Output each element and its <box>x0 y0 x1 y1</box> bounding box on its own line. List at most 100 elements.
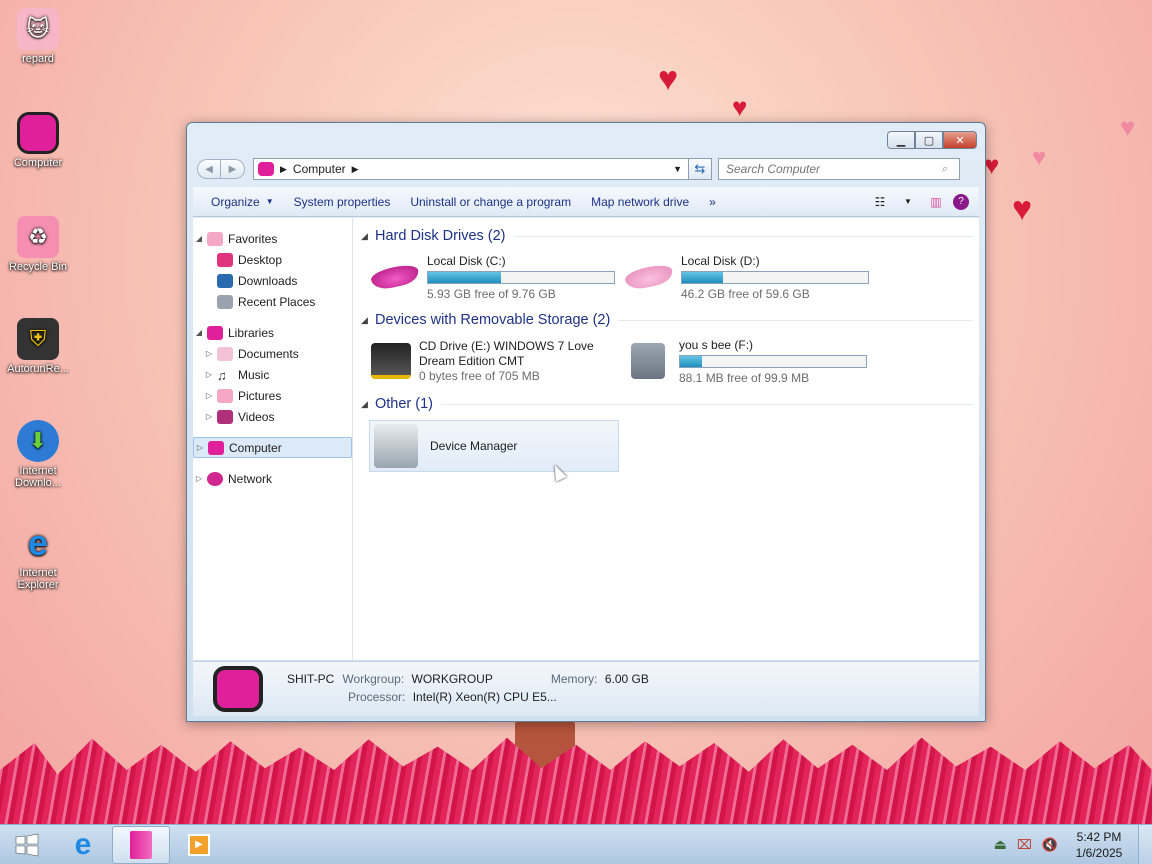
drive-e-cd[interactable]: CD Drive (E:) WINDOWS 7 Love Dream Editi… <box>361 332 615 390</box>
search-input[interactable] <box>726 162 941 176</box>
heart-decoration: ♥ <box>732 92 748 122</box>
expand-icon[interactable]: ▷ <box>194 443 206 452</box>
computer-icon <box>213 666 263 712</box>
close-button[interactable]: ✕ <box>943 131 977 149</box>
chevron-down-icon[interactable]: ▼ <box>897 192 919 212</box>
drive-name: Local Disk (C:) <box>427 253 506 268</box>
maximize-button[interactable]: ▢ <box>915 131 943 149</box>
refresh-button[interactable]: ⇆ <box>688 158 712 180</box>
view-options-icon[interactable]: ☷ <box>869 192 891 212</box>
group-header-hdd[interactable]: ◢ Hard Disk Drives (2) <box>361 224 973 248</box>
help-icon[interactable]: ? <box>953 193 969 210</box>
nav-downloads[interactable]: Downloads <box>193 270 352 291</box>
expand-icon[interactable]: ▷ <box>203 370 215 379</box>
workgroup-value: WORKGROUP <box>411 672 493 686</box>
show-desktop-button[interactable] <box>1138 824 1152 864</box>
back-button[interactable]: ◀ <box>197 159 221 179</box>
desktop-icon-label: Internet Explorer <box>17 567 59 591</box>
drive-usage-bar <box>681 270 869 284</box>
caption-buttons: ▁ ▢ ✕ <box>887 131 977 149</box>
desktop-icon-ie[interactable]: e Internet Explorer <box>4 522 72 591</box>
network-icon <box>207 471 223 486</box>
expand-icon[interactable]: ▷ <box>203 391 215 400</box>
taskbar-internet-explorer[interactable]: e <box>54 826 112 864</box>
group-title: Hard Disk Drives (2) <box>375 228 506 244</box>
computer-icon <box>208 440 224 455</box>
drive-f-usb[interactable]: you s bee (F:) 88.1 MB free of 99.9 MB <box>615 332 869 390</box>
clock[interactable]: 5:42 PM 1/6/2025 <box>1068 829 1130 861</box>
device-manager-icon <box>374 424 418 468</box>
collapse-icon: ◢ <box>361 230 368 241</box>
nav-favorites[interactable]: ◢ Favorites <box>193 228 352 249</box>
pictures-icon <box>217 388 233 403</box>
minimize-button[interactable]: ▁ <box>887 131 915 149</box>
desktop-icon-label: Internet Downlo... <box>15 465 61 489</box>
drive-d[interactable]: Local Disk (D:) 46.2 GB free of 59.6 GB <box>615 248 869 306</box>
desktop-icon-repard[interactable]: 🐱 repard <box>4 8 72 65</box>
nav-network[interactable]: ▷ Network <box>193 468 352 489</box>
safely-remove-hardware-icon[interactable]: ⏏ <box>994 836 1007 853</box>
system-properties-button[interactable]: System properties <box>284 190 401 214</box>
search-icon[interactable]: ⌕ <box>941 163 959 176</box>
drive-usage-bar <box>427 270 615 284</box>
nav-desktop-label: Desktop <box>238 252 283 267</box>
organize-button[interactable]: Organize ▼ <box>201 190 284 214</box>
nav-music[interactable]: ▷ ♫ Music <box>193 364 352 385</box>
heart-decoration: ♥ <box>1032 144 1047 171</box>
volume-muted-icon[interactable]: 🔇 <box>1042 837 1058 853</box>
memory-label: Memory: <box>550 672 598 686</box>
content-pane: ◢ Hard Disk Drives (2) Local Disk (C:) 5… <box>353 218 979 660</box>
nav-computer[interactable]: ▷ Computer <box>193 437 352 458</box>
collapse-icon[interactable]: ◢ <box>193 234 205 243</box>
clock-time: 5:42 PM <box>1076 829 1122 844</box>
desktop-icon-recycle-bin[interactable]: ♻ Recycle Bin <box>4 216 72 273</box>
drive-name: CD Drive (E:) WINDOWS 7 Love Dream Editi… <box>419 339 594 368</box>
search-box[interactable]: ⌕ <box>718 158 960 180</box>
nav-libraries[interactable]: ◢ Libraries <box>193 322 352 343</box>
nav-pictures[interactable]: ▷ Pictures <box>193 385 352 406</box>
ie-icon: e <box>74 827 92 861</box>
processor-value: Intel(R) Xeon(R) CPU E5... <box>412 690 557 704</box>
preview-pane-icon[interactable]: ▥ <box>925 192 947 212</box>
forward-button[interactable]: ▶ <box>221 159 245 179</box>
expand-icon[interactable]: ▷ <box>203 412 215 421</box>
taskbar-windows-explorer[interactable] <box>112 825 170 864</box>
group-title: Other (1) <box>375 396 434 412</box>
start-button[interactable] <box>0 825 54 864</box>
computer-icon <box>258 162 274 176</box>
group-header-removable[interactable]: ◢ Devices with Removable Storage (2) <box>361 308 973 332</box>
drive-name: you s bee (F:) <box>679 337 754 352</box>
usage-fill <box>428 271 501 283</box>
recent-places-icon <box>217 294 233 309</box>
collapse-icon: ◢ <box>361 398 368 409</box>
desktop-icon-label: Computer <box>13 157 63 169</box>
heart-decoration: ♥ <box>1120 112 1136 142</box>
address-dropdown-icon[interactable]: ▼ <box>673 164 688 174</box>
map-network-drive-button[interactable]: Map network drive <box>581 190 699 214</box>
workgroup-label: Workgroup: <box>342 672 405 686</box>
uninstall-program-button[interactable]: Uninstall or change a program <box>400 190 581 214</box>
desktop-icon-autorun[interactable]: ⛨ AutorunRe... <box>4 318 72 375</box>
nav-desktop[interactable]: Desktop <box>193 249 352 270</box>
desktop-icon-computer[interactable]: Computer <box>4 112 72 169</box>
command-bar: Organize ▼ System properties Uninstall o… <box>193 187 979 217</box>
desktop-icon-label: Recycle Bin <box>8 261 68 273</box>
breadcrumb-separator-icon: ▶ <box>280 163 287 174</box>
desktop-icon-idm[interactable]: ⬇ Internet Downlo... <box>4 420 72 489</box>
network-status-icon[interactable]: ⌧ <box>1017 837 1032 853</box>
breadcrumb-chevron-icon[interactable]: ▶ <box>352 164 359 175</box>
nav-documents[interactable]: ▷ Documents <box>193 343 352 364</box>
device-manager-item[interactable]: Device Manager <box>369 420 619 472</box>
nav-videos[interactable]: ▷ Videos <box>193 406 352 427</box>
group-header-other[interactable]: ◢ Other (1) <box>361 392 973 416</box>
breadcrumb-computer[interactable]: Computer <box>293 162 346 176</box>
drive-free-space: 88.1 MB free of 99.9 MB <box>679 370 810 385</box>
collapse-icon[interactable]: ◢ <box>193 328 205 337</box>
taskbar-media-player[interactable]: ▶ <box>170 826 228 864</box>
address-bar[interactable]: ▶ Computer ▶ ▼ <box>253 158 689 180</box>
nav-recent-places[interactable]: Recent Places <box>193 291 352 312</box>
expand-icon[interactable]: ▷ <box>193 474 205 483</box>
expand-icon[interactable]: ▷ <box>203 349 215 358</box>
drive-c[interactable]: Local Disk (C:) 5.93 GB free of 9.76 GB <box>361 248 615 306</box>
more-commands-button[interactable]: » <box>699 190 726 214</box>
